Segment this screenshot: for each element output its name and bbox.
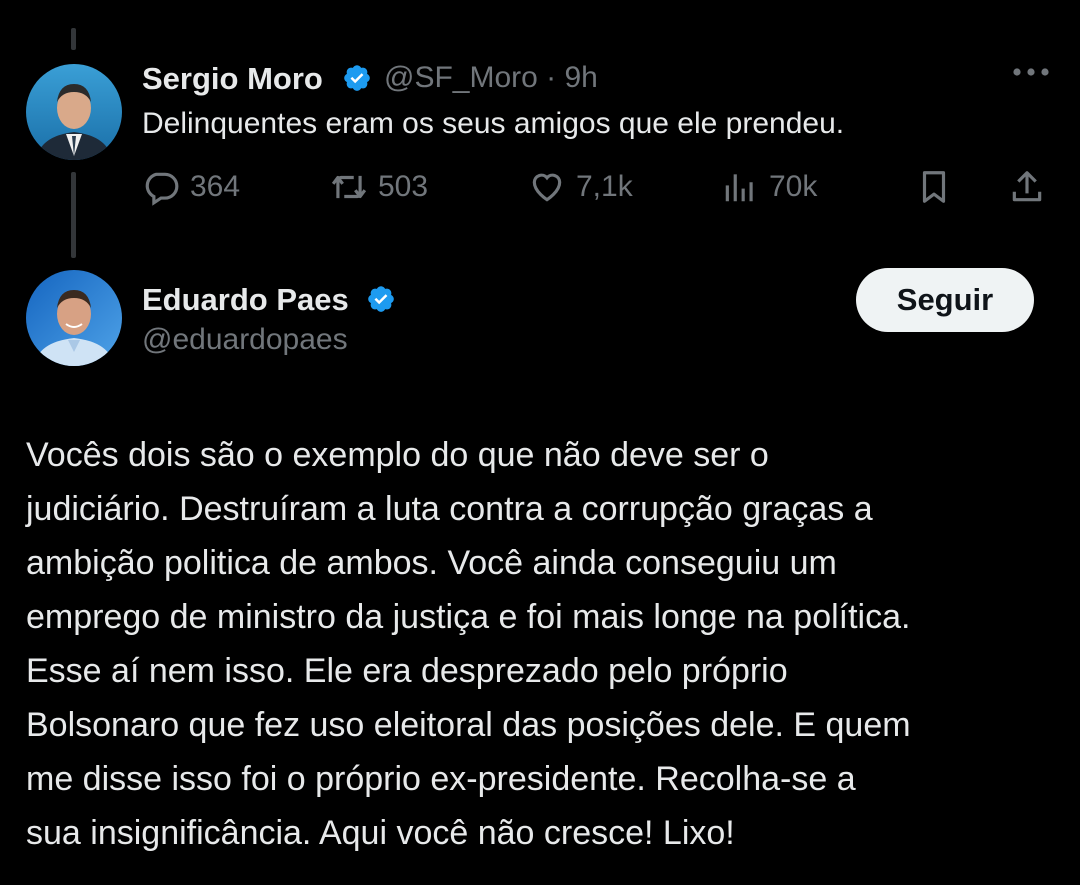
tweet-text-line: Bolsonaro que fez uso eleitoral das posi…	[26, 706, 911, 744]
avatar-eduardo-paes[interactable]	[26, 270, 122, 366]
follow-button[interactable]: Seguir	[856, 268, 1034, 332]
like-count: 7,1k	[576, 170, 633, 203]
tweet-text-line: Esse aí nem isso. Ele era desprezado pel…	[26, 652, 788, 690]
timestamp[interactable]: · 9h	[546, 61, 598, 94]
retweet-count: 503	[378, 170, 429, 203]
reply-count: 364	[190, 170, 241, 203]
reply-icon	[145, 172, 179, 206]
thread-line-top	[71, 28, 76, 50]
reply-button[interactable]: 364	[142, 166, 240, 208]
verified-badge-icon	[344, 65, 370, 91]
author-name[interactable]: Sergio Moro	[142, 61, 323, 97]
tweet-text-line: sua insignificância. Aqui você não cresc…	[26, 814, 735, 852]
views-icon	[725, 174, 753, 202]
bookmark-icon	[922, 171, 946, 203]
tweet-text-line: judiciário. Destruíram a luta contra a c…	[26, 490, 873, 528]
handle[interactable]: @SF_Moro	[384, 61, 538, 94]
retweet-icon	[331, 175, 367, 199]
retweet-button[interactable]: 503	[330, 166, 428, 208]
like-icon	[532, 173, 562, 202]
author-name[interactable]: Eduardo Paes	[142, 282, 349, 318]
more-icon[interactable]	[1012, 62, 1050, 87]
author-handle[interactable]: @SF_Moro · 9h	[384, 61, 598, 95]
tweet-text-line: Vocês dois são o exemplo do que não deve…	[26, 436, 769, 474]
tweet-text-line: ambição politica de ambos. Você ainda co…	[26, 544, 837, 582]
thread-line-connector	[71, 172, 76, 258]
views-button[interactable]: 70k	[721, 166, 817, 208]
author-handle[interactable]: @eduardopaes	[142, 323, 348, 357]
share-button[interactable]	[1008, 166, 1046, 208]
tweet-text-line: me disse isso foi o próprio ex-president…	[26, 760, 856, 798]
tweet-text-line: emprego de ministro da justiça e foi mai…	[26, 598, 911, 636]
verified-badge-icon	[368, 286, 394, 312]
bookmark-button[interactable]	[915, 166, 953, 208]
like-button[interactable]: 7,1k	[528, 166, 633, 208]
avatar-sergio-moro[interactable]	[26, 64, 122, 160]
tweet-text: Vocês dois são o exemplo do que não deve…	[26, 428, 1066, 860]
tweet-text: Delinquentes eram os seus amigos que ele…	[142, 107, 845, 140]
share-icon	[1012, 171, 1042, 202]
views-count: 70k	[769, 170, 818, 203]
